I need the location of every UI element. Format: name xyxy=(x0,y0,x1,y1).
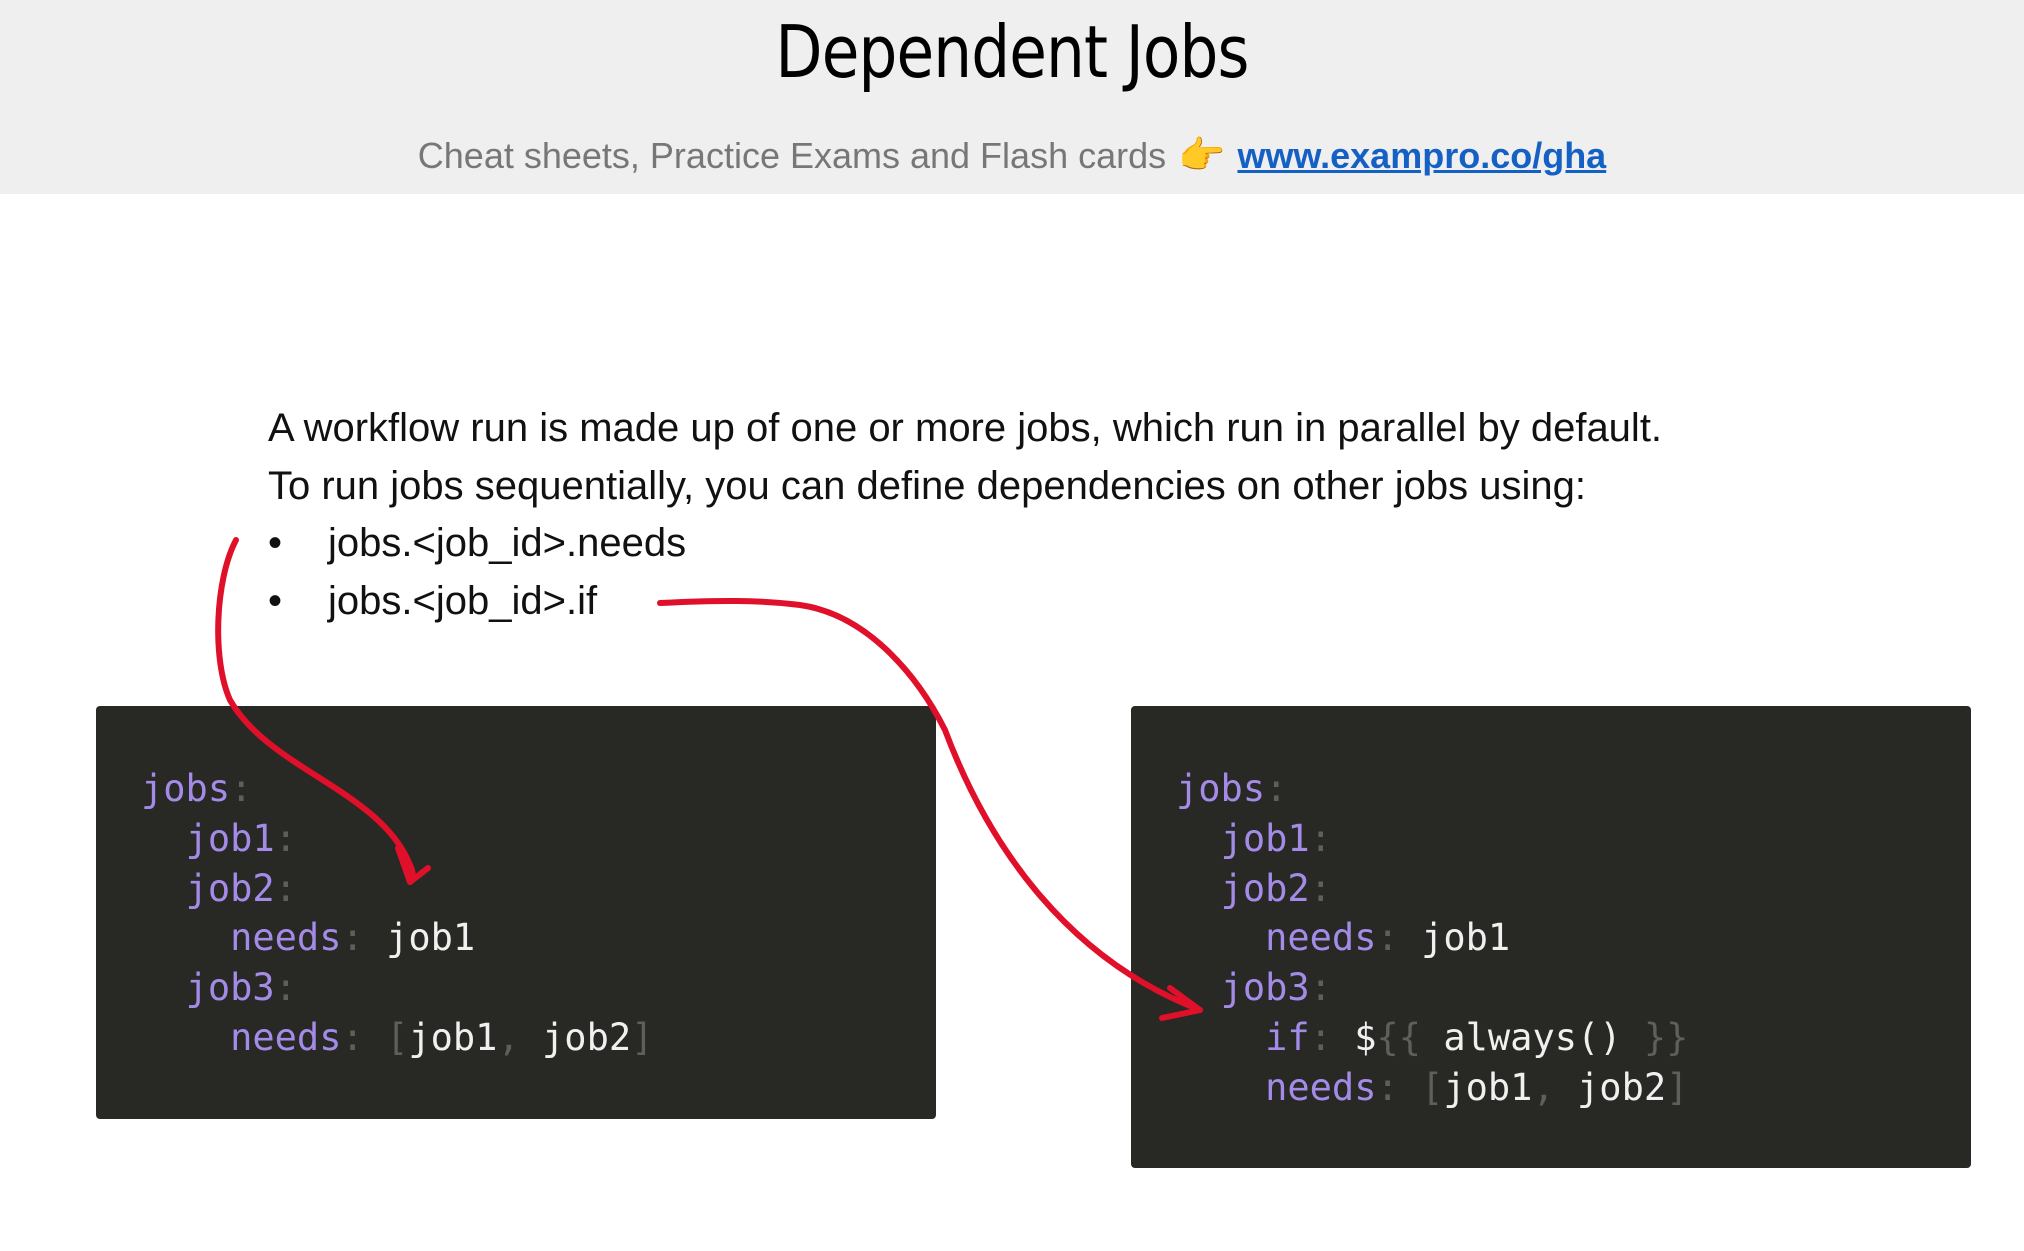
code-key: needs xyxy=(1265,1065,1377,1109)
code-value: job1 xyxy=(408,1015,498,1059)
code-key: job3 xyxy=(185,966,275,1010)
code-key: jobs xyxy=(1176,767,1266,810)
code-key: job1 xyxy=(185,816,275,860)
code-value: job2 xyxy=(542,1015,632,1059)
code-key: if xyxy=(1265,1015,1310,1059)
code-value: $ xyxy=(1354,1015,1377,1059)
promo-text: Cheat sheets, Practice Exams and Flash c… xyxy=(417,135,1167,176)
code-value: job1 xyxy=(386,916,476,960)
bullet-needs: jobs.<job_id>.needs xyxy=(268,515,1662,573)
promo-line: Cheat sheets, Practice Exams and Flash c… xyxy=(0,132,2024,180)
bullet-if: jobs.<job_id>.if xyxy=(268,573,1662,631)
code-key: needs xyxy=(230,1015,342,1059)
code-key: job3 xyxy=(1220,966,1310,1010)
code-key: jobs xyxy=(141,767,231,810)
code-value: job2 xyxy=(1577,1065,1667,1109)
code-block-if: jobs: job1: job2: needs: job1 job3: if: … xyxy=(1131,706,1971,1168)
code-key: job2 xyxy=(185,866,275,910)
code-key: job1 xyxy=(1220,816,1310,860)
exampro-link[interactable]: www.exampro.co/gha xyxy=(1237,135,1606,176)
pointing-hand-icon: 👉 xyxy=(1178,135,1226,177)
code-key: needs xyxy=(230,916,342,960)
bullet-list: jobs.<job_id>.needs jobs.<job_id>.if xyxy=(268,515,1662,630)
header-band: Dependent Jobs Cheat sheets, Practice Ex… xyxy=(0,0,2024,194)
code-key: needs xyxy=(1265,916,1377,960)
code-value: job1 xyxy=(1421,916,1511,960)
slide-title: Dependent Jobs xyxy=(775,10,1249,94)
description-line-2: To run jobs sequentially, you can define… xyxy=(268,463,1586,508)
code-value: job1 xyxy=(1443,1065,1533,1109)
code-block-needs: jobs: job1: job2: needs: job1 job3: need… xyxy=(96,706,936,1119)
description: A workflow run is made up of one or more… xyxy=(268,400,1662,630)
code-key: job2 xyxy=(1220,866,1310,910)
description-line-1: A workflow run is made up of one or more… xyxy=(268,406,1663,450)
code-value: always() xyxy=(1443,1015,1622,1059)
